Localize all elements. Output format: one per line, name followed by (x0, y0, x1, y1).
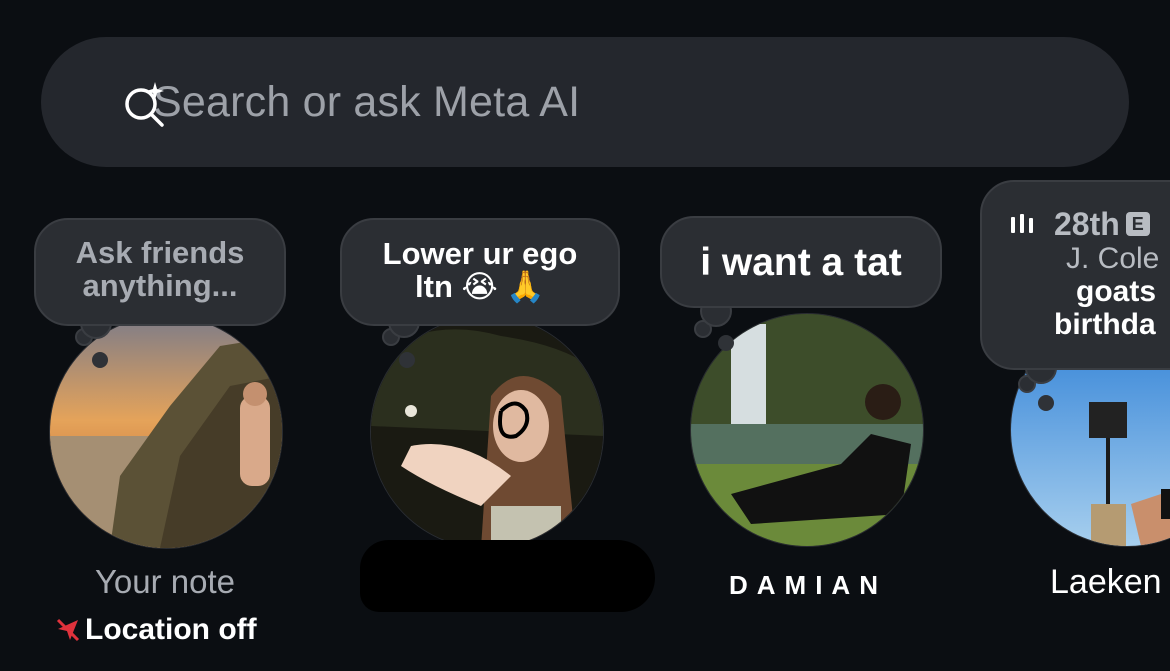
note-text-line1: Ask friends (75, 235, 245, 270)
note-dot (399, 352, 415, 368)
music-bars-icon (1011, 214, 1033, 233)
location-status-text: Location off (85, 613, 257, 646)
note-text-line1: Lower ur ego (382, 236, 578, 271)
notes-screen: Search or ask Meta AI Ask friends anythi… (0, 0, 1170, 671)
note-bubble[interactable]: Ask friends anything... (34, 218, 286, 326)
note-bubble[interactable]: i want a tat (660, 216, 942, 308)
meta-ai-search-icon (125, 82, 164, 127)
note-text-line1: goats (1076, 275, 1157, 308)
song-row: 28th E (982, 206, 1170, 242)
music-note-bubble[interactable]: 28th E J. Cole goats birthda (980, 180, 1170, 370)
song-title: 28th (1054, 205, 1120, 242)
avatar[interactable] (49, 315, 283, 549)
note-owner-label: Your note (94, 563, 236, 600)
avatar-photo-night-selfie (371, 316, 603, 548)
note-dot (92, 352, 108, 368)
location-status[interactable]: Location off (55, 613, 257, 647)
note-dot (718, 335, 734, 351)
location-off-icon (56, 618, 80, 642)
avatar-photo-cliff-beach (50, 316, 282, 548)
note-owner-label: Laeken (1050, 563, 1162, 601)
note-text-line2: birthda (1054, 308, 1156, 341)
note-text-line2: ltn 😭 🙏 (415, 269, 545, 304)
note-owner-label: DAMIAN (729, 570, 887, 600)
note-dot (1038, 395, 1054, 411)
redacted-name (360, 540, 655, 612)
note-text: i want a tat (700, 241, 902, 284)
search-bar[interactable]: Search or ask Meta AI (41, 37, 1129, 167)
explicit-badge: E (1125, 212, 1150, 236)
note-bubble[interactable]: Lower ur ego ltn 😭 🙏 (340, 218, 620, 326)
note-text-line2: anything... (82, 268, 238, 303)
avatar[interactable] (370, 315, 604, 549)
search-placeholder: Search or ask Meta AI (153, 77, 581, 126)
song-artist: J. Cole (1066, 242, 1160, 275)
